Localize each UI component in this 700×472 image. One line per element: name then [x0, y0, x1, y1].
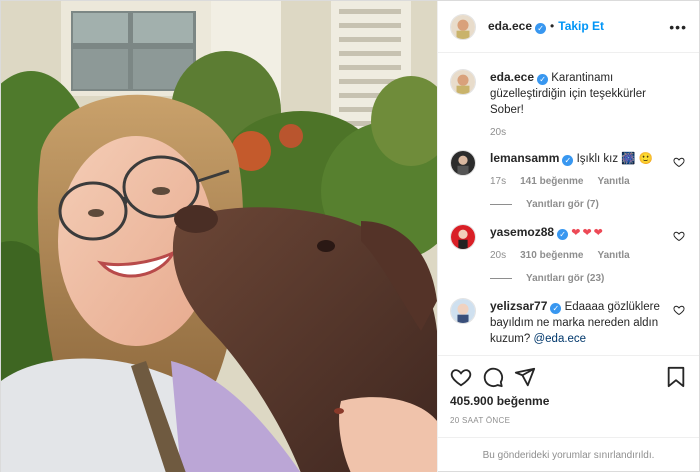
comment-text-line: yasemoz88 ✓ ❤❤❤ [490, 224, 665, 241]
comment-bubble-icon[interactable] [482, 366, 504, 388]
comment-item: lemansamm ✓ Işıklı kız 🎆 🙂 17s 141 beğenm… [450, 150, 687, 187]
comment-meta: 17s 141 beğenme Yanıtla [490, 176, 665, 187]
avatar[interactable] [450, 150, 476, 176]
comments-list[interactable]: eda.ece ✓ Karantinamı güzelleştirdiğin iç… [438, 53, 699, 355]
replies-divider-line [490, 204, 512, 205]
verified-badge-icon: ✓ [550, 303, 562, 314]
post-header: eda.ece ✓ • Takip Et ••• [438, 1, 699, 53]
comment-like-heart-icon[interactable] [673, 230, 685, 242]
avatar[interactable] [450, 298, 476, 324]
comment-likes[interactable]: 141 beğenme [520, 176, 583, 187]
reply-button[interactable]: Yanıtla [598, 176, 630, 187]
avatar[interactable] [450, 13, 476, 40]
comment-likes[interactable]: 310 beğenme [520, 250, 583, 261]
comment-item: yasemoz88 ✓ ❤❤❤ 20s 310 beğenme Yanıtla [450, 224, 687, 261]
comment-text: Işıklı kız [576, 153, 619, 165]
selfie-with-dog-image [1, 1, 437, 472]
view-replies-label: Yanıtları gör (7) [526, 199, 599, 210]
post-side-panel: eda.ece ✓ • Takip Et ••• eda.ece ✓ Karantina… [437, 1, 699, 472]
comment-username[interactable]: yasemoz88 [490, 225, 554, 239]
view-replies-button[interactable]: Yanıtları gör (23) [490, 273, 687, 284]
comments-limited-notice: Bu gönderideki yorumlar sınırlandırıldı. [438, 437, 699, 472]
comment-meta: 20s 310 beğenme Yanıtla [490, 250, 665, 261]
instagram-post: eda.ece ✓ • Takip Et ••• eda.ece ✓ Karantina… [0, 0, 700, 472]
caption-username[interactable]: eda.ece [490, 70, 534, 84]
comment-body: yasemoz88 ✓ ❤❤❤ 20s 310 beğenme Yanıtla [490, 224, 687, 261]
bookmark-icon[interactable] [665, 366, 687, 388]
avatar[interactable] [450, 69, 476, 95]
header-username[interactable]: eda.ece [488, 19, 532, 33]
mention-link[interactable]: @eda.ece [533, 333, 586, 345]
verified-badge-icon: ✓ [535, 23, 547, 34]
comment-text-line: lemansamm ✓ Işıklı kız 🎆 🙂 [490, 150, 665, 167]
heart-outline-icon[interactable] [450, 366, 472, 388]
post-timestamp[interactable]: 20 SAAT ÖNCE [450, 416, 687, 425]
view-replies-button[interactable]: Yanıtları gör (7) [490, 199, 687, 210]
header-name-line: eda.ece ✓ • Takip Et [488, 19, 604, 34]
caption-text-line: eda.ece ✓ Karantinamı güzelleştirdiğin iç… [490, 69, 665, 118]
comment-username[interactable]: yelizsar77 [490, 299, 547, 313]
comment-body: yelizsar77 ✓ Edaaaa gözlüklere bayıldım n… [490, 298, 687, 347]
verified-badge-icon: ✓ [537, 74, 549, 85]
action-bar: 405.900 beğenme 20 SAAT ÖNCE [438, 355, 699, 425]
caption-meta: 20s [490, 127, 665, 138]
action-icons [450, 364, 687, 390]
share-paper-plane-icon[interactable] [514, 366, 536, 388]
replies-divider-line [490, 278, 512, 279]
verified-badge-icon: ✓ [562, 155, 574, 166]
comment-username[interactable]: lemansamm [490, 151, 559, 165]
caption-body: eda.ece ✓ Karantinamı güzelleştirdiğin iç… [490, 69, 687, 138]
verified-badge-icon: ✓ [557, 229, 569, 240]
caption: eda.ece ✓ Karantinamı güzelleştirdiğin iç… [450, 69, 687, 138]
caption-time[interactable]: 20s [490, 127, 506, 138]
comment-body: lemansamm ✓ Işıklı kız 🎆 🙂 17s 141 beğenm… [490, 150, 687, 187]
comment-emojis: 🎆 🙂 [621, 153, 654, 165]
post-photo[interactable] [1, 1, 437, 472]
red-hearts-emoji: ❤❤❤ [571, 227, 605, 239]
more-options-icon[interactable]: ••• [669, 19, 687, 35]
comment-time[interactable]: 20s [490, 250, 506, 261]
follow-button[interactable]: Takip Et [558, 19, 604, 33]
separator-dot: • [550, 19, 555, 33]
likes-count[interactable]: 405.900 beğenme [450, 394, 687, 408]
comment-like-heart-icon[interactable] [673, 156, 685, 168]
comment-like-heart-icon[interactable] [673, 304, 685, 316]
view-replies-label: Yanıtları gör (23) [526, 273, 605, 284]
comment-text-line: yelizsar77 ✓ Edaaaa gözlüklere bayıldım n… [490, 298, 665, 347]
avatar[interactable] [450, 224, 476, 250]
comment-item: yelizsar77 ✓ Edaaaa gözlüklere bayıldım n… [450, 298, 687, 347]
reply-button[interactable]: Yanıtla [598, 250, 630, 261]
comment-time[interactable]: 17s [490, 176, 506, 187]
